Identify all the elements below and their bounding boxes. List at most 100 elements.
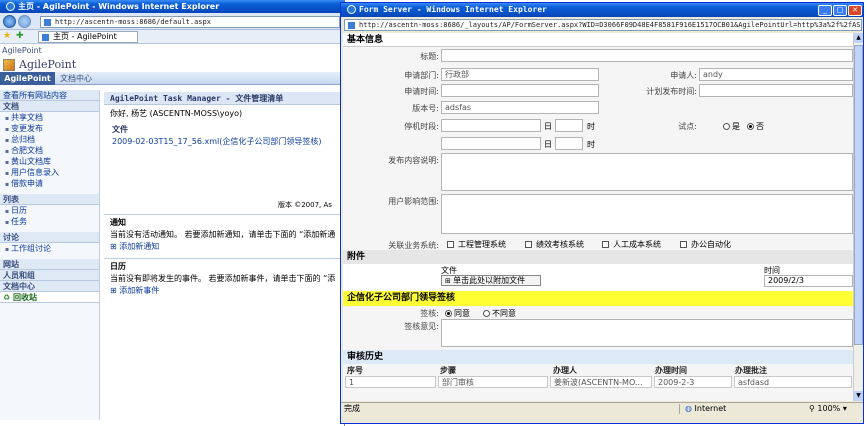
dept-value: 行政部 <box>445 70 469 79</box>
ie-icon <box>6 2 15 11</box>
recycle-bin-link[interactable]: ♻ 回收站 <box>0 292 99 303</box>
content-textarea[interactable] <box>441 153 853 191</box>
history-cell-handler: 姜新波(ASCENTN-MO... <box>550 376 652 388</box>
nav-head-discuss[interactable]: 讨论 <box>0 232 99 243</box>
add-notice-link[interactable]: ⊞ 添加新通知 <box>110 241 159 252</box>
chevron-down-icon: ▾ <box>840 404 847 413</box>
attachment-time-value: 2009/2/3 <box>764 275 853 287</box>
status-divider <box>679 404 680 414</box>
nav-head-people[interactable]: 人员和组 <box>0 270 99 281</box>
applicant-label: 申请人: <box>670 71 697 80</box>
nav-doc-item[interactable]: 共享文档 <box>0 112 99 123</box>
browser-tab[interactable]: 主页 - AgilePoint <box>38 31 138 43</box>
add-event-link[interactable]: ⊞ 添加新事件 <box>110 285 159 296</box>
zoom-control[interactable]: ⚲ 100% ▾ <box>809 403 847 415</box>
file-head: 文件 <box>112 125 128 134</box>
zone-label: Internet <box>694 404 727 413</box>
day-label: 日 <box>544 122 552 131</box>
checkbox-icon <box>447 241 454 248</box>
nav-doc-item[interactable]: 借款申请 <box>0 178 99 189</box>
nav-head-lists[interactable]: 列表 <box>0 194 99 205</box>
downtime-end-date[interactable] <box>441 137 541 150</box>
nav-list-item[interactable]: 任务 <box>0 216 99 227</box>
history-col-step: 步骤 <box>440 366 456 375</box>
nav-discuss-item[interactable]: 工作组讨论 <box>0 243 99 254</box>
disagree-radio[interactable]: 不同意 <box>483 308 516 319</box>
agree-radio[interactable]: 同意 <box>445 308 470 319</box>
sign-label: 签核: <box>420 309 439 318</box>
history-cell-note: asfdasd <box>734 376 852 388</box>
nav-doc-item[interactable]: 合肥文档 <box>0 145 99 156</box>
system-checkbox-2[interactable]: 绩效考核系统 <box>525 239 584 250</box>
task-manager-title: AgilePoint Task Manager - 文件管理清单 <box>104 92 345 105</box>
impact-textarea[interactable] <box>441 194 853 234</box>
comment-textarea[interactable] <box>441 319 853 347</box>
site-title: AgilePoint <box>19 58 77 71</box>
trial-no-radio[interactable]: 否 <box>747 121 764 132</box>
back-title-bar: 主页 - AgilePoint - Windows Internet Explo… <box>0 0 345 13</box>
system-checkbox-4[interactable]: 办公自动化 <box>680 239 731 250</box>
top-tab-agilepoint[interactable]: AgilePoint <box>0 72 55 85</box>
signoff-header: 企信化子公司部门领导签核 <box>343 291 853 306</box>
scroll-up-arrow-icon[interactable]: ▲ <box>854 33 863 43</box>
nav-doc-item[interactable]: 用户信息录入 <box>0 167 99 178</box>
dept-input[interactable]: 行政部 <box>441 68 599 81</box>
apply-time-input[interactable] <box>441 84 599 97</box>
minimize-button[interactable]: _ <box>818 5 832 16</box>
maximize-button[interactable]: □ <box>833 5 847 16</box>
forward-button[interactable] <box>18 15 31 28</box>
applicant-value: andy <box>703 70 723 79</box>
ie-icon <box>347 5 356 14</box>
status-text: 完成 <box>344 404 360 413</box>
recycle-bin-icon: ♻ <box>3 293 13 302</box>
radio-icon <box>483 310 490 317</box>
plan-time-input[interactable] <box>699 84 853 97</box>
close-button[interactable]: ✕ <box>848 5 862 16</box>
nav-list-item[interactable]: 日历 <box>0 205 99 216</box>
tab-page-icon <box>42 34 49 41</box>
attach-icon: ⊞ <box>445 277 454 285</box>
add-favorite-icon[interactable]: ✚ <box>16 31 24 41</box>
back-address-field[interactable]: http://ascentn-moss:8686/default.aspx <box>40 16 340 28</box>
trial-yes-radio[interactable]: 是 <box>723 121 740 132</box>
title-input[interactable] <box>441 49 853 62</box>
scroll-down-arrow-icon[interactable]: ▼ <box>854 391 863 401</box>
content-label: 发布内容说明: <box>388 156 439 165</box>
applicant-input[interactable]: andy <box>699 68 853 81</box>
radio-checked-icon <box>445 310 452 317</box>
form-body: 基本信息 标题: 申请部门: 行政部 申请人: andy 申请时间: 计划发布时… <box>343 33 853 401</box>
expand-icon: ⊞ <box>110 242 120 251</box>
back-button[interactable] <box>3 15 16 28</box>
nav-head-doccenter[interactable]: 文档中心 <box>0 281 99 292</box>
nav-head-sites[interactable]: 网站 <box>0 259 99 270</box>
history-col-note: 办理批注 <box>735 366 767 375</box>
top-tab-doccenter[interactable]: 文档中心 <box>60 72 92 85</box>
tab-label: 主页 - AgilePoint <box>53 32 117 41</box>
downtime-start-date[interactable] <box>441 119 541 132</box>
nav-head-docs[interactable]: 文档 <box>0 101 99 112</box>
back-address-text: http://ascentn-moss:8686/default.aspx <box>55 18 211 26</box>
file-link[interactable]: 2009-02-03T15_17_56.xml(企信化子公司部门领导签核) <box>112 136 321 147</box>
nav-doc-item[interactable]: 黄山文档库 <box>0 156 99 167</box>
system-checkbox-3[interactable]: 人工成本系统 <box>602 239 661 250</box>
back-tab-row: ★ ✚ 主页 - AgilePoint <box>0 30 345 44</box>
system-checkbox-1[interactable]: 工程管理系统 <box>447 239 506 250</box>
nav-doc-item[interactable]: 变更发布 <box>0 123 99 134</box>
version-input[interactable]: adsfas <box>441 101 599 114</box>
top-nav-bar: AgilePoint 文档中心 <box>0 72 345 85</box>
nav-doc-item[interactable]: 总归档 <box>0 134 99 145</box>
form-address-row: http://ascentn-moss:8686/_layouts/AP/For… <box>341 17 863 32</box>
view-all-link[interactable]: 查看所有网站内容 <box>0 90 99 101</box>
attach-file-button[interactable]: ⊞ 单击此处以附加文件 <box>441 275 541 286</box>
trial-yes-label: 是 <box>732 122 740 131</box>
favorites-star-icon[interactable]: ★ <box>3 31 11 41</box>
history-col-time: 办理时间 <box>655 366 687 375</box>
downtime-end-hour[interactable] <box>555 137 583 150</box>
site-crumb[interactable]: AgilePoint <box>2 46 42 55</box>
form-address-field[interactable]: http://ascentn-moss:8686/_layouts/AP/For… <box>344 19 862 31</box>
attach-file-label: 单击此处以附加文件 <box>453 276 526 285</box>
vertical-scrollbar[interactable]: ▲ ▼ <box>853 33 863 401</box>
downtime-start-hour[interactable] <box>555 119 583 132</box>
checkbox-icon <box>525 241 532 248</box>
scroll-thumb[interactable] <box>854 45 863 345</box>
